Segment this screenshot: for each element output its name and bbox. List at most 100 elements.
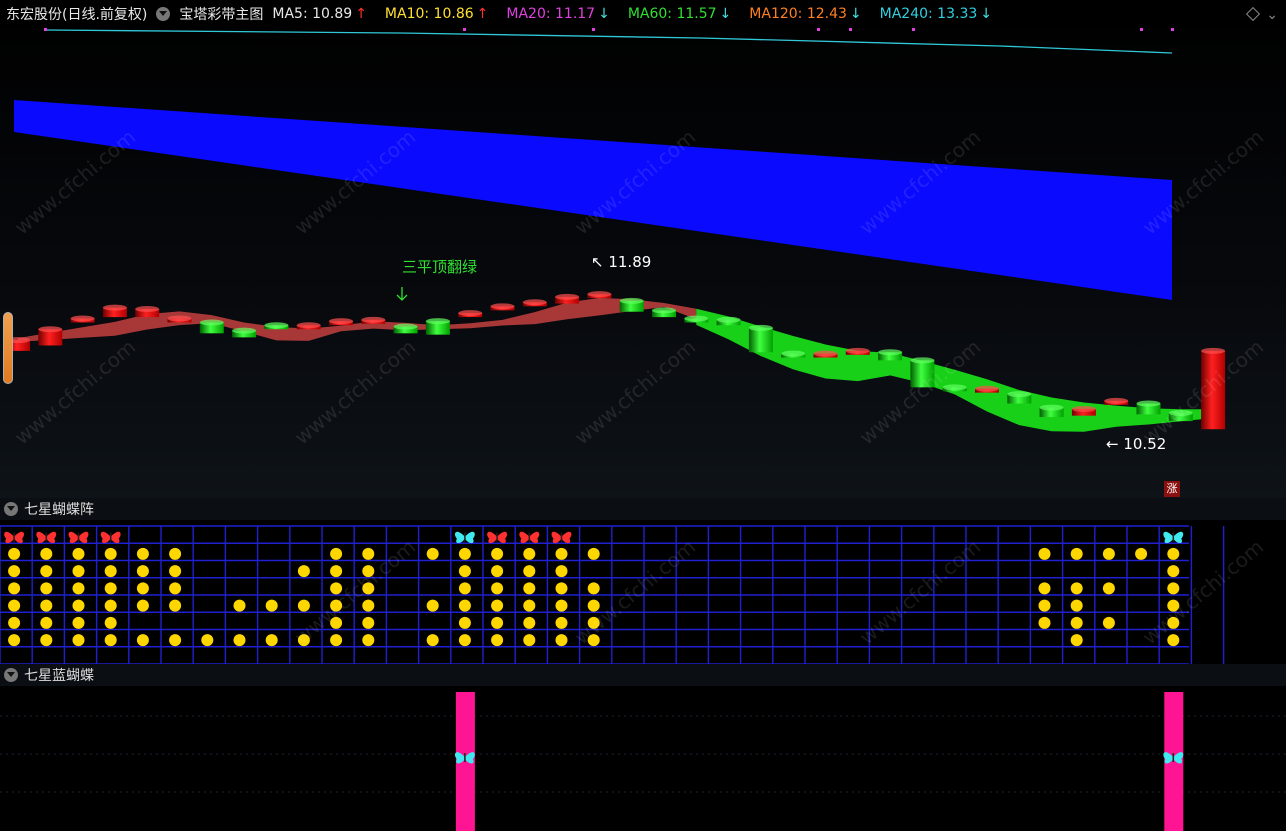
candle[interactable]	[232, 327, 257, 338]
candle[interactable]	[845, 347, 870, 355]
candle[interactable]	[393, 323, 418, 334]
top-marker	[44, 28, 47, 31]
candle[interactable]	[458, 310, 483, 318]
panel3-header: 七星蓝蝴蝶	[0, 664, 1286, 686]
signal-dot	[330, 616, 343, 629]
signal-dot	[136, 565, 149, 578]
signal-dot	[523, 565, 536, 578]
signal-dot	[1102, 582, 1115, 595]
chevron-down-icon[interactable]: ⌄	[1266, 7, 1278, 23]
blue-butterfly-panel[interactable]	[0, 686, 1286, 831]
butterfly-icon	[1163, 531, 1184, 544]
signal-dot	[362, 582, 375, 595]
signal-dot	[523, 547, 536, 560]
candle[interactable]	[813, 350, 838, 358]
main-chart[interactable]: 三平顶翻绿 ↖ 11.89 ← 10.52	[0, 0, 1286, 498]
candle[interactable]	[1136, 400, 1161, 415]
candle[interactable]	[361, 316, 386, 324]
signal-dot	[104, 547, 117, 560]
signal-dot	[1038, 547, 1051, 560]
butterfly-icon	[68, 531, 89, 544]
candle[interactable]	[716, 316, 741, 326]
candle[interactable]	[1039, 404, 1064, 418]
signal-dot	[362, 634, 375, 647]
signal-dot	[587, 616, 600, 629]
candle[interactable]	[329, 318, 353, 326]
candle[interactable]	[167, 315, 192, 323]
candle[interactable]	[652, 307, 676, 318]
candle[interactable]	[587, 291, 612, 299]
butterfly-array-panel[interactable]	[0, 520, 1286, 665]
signal-dot	[72, 565, 85, 578]
scroll-handle[interactable]	[3, 312, 13, 384]
signal-dot	[458, 547, 471, 560]
signal-dot	[1102, 616, 1115, 629]
candle[interactable]	[1168, 409, 1193, 422]
candle[interactable]	[102, 304, 127, 318]
signal-dot	[523, 582, 536, 595]
candle[interactable]	[522, 299, 547, 307]
signal-dot	[555, 599, 568, 612]
collapse-icon[interactable]	[4, 502, 18, 516]
candle[interactable]	[555, 293, 580, 304]
candle[interactable]	[38, 326, 63, 346]
signal-dot	[426, 634, 439, 647]
candle[interactable]	[910, 357, 935, 388]
signal-dot	[265, 634, 278, 647]
candle[interactable]	[199, 319, 224, 334]
butterfly-icon	[487, 531, 508, 544]
candle[interactable]	[781, 350, 806, 358]
ma-legend: MA5: 10.89 ↑ MA10: 10.86 ↑ MA20: 11.17 ↓ MA60:…	[272, 6, 1010, 22]
signal-dot	[330, 547, 343, 560]
candle[interactable]	[619, 297, 644, 312]
signal-dot	[104, 565, 117, 578]
candle[interactable]	[1007, 391, 1032, 404]
candle[interactable]	[1201, 347, 1226, 430]
candle[interactable]	[425, 318, 450, 335]
candle[interactable]	[296, 322, 321, 330]
signal-dot	[40, 599, 53, 612]
top-marker	[849, 28, 852, 31]
chart-title-bar: 东宏股份(日线.前复权) 宝塔彩带主图 MA5: 10.89 ↑ MA10: 10.…	[0, 0, 1286, 28]
candle[interactable]	[942, 384, 967, 392]
signal-dot	[491, 634, 504, 647]
signal-dot	[169, 599, 182, 612]
candle[interactable]	[748, 324, 773, 353]
signal-dot	[330, 565, 343, 578]
candle[interactable]	[70, 315, 95, 323]
candle[interactable]	[135, 306, 160, 318]
candle[interactable]	[878, 349, 903, 361]
candle[interactable]	[975, 385, 999, 393]
trend-arrow-icon: ↓	[598, 6, 610, 22]
signal-dot	[1070, 599, 1083, 612]
signal-dot	[8, 634, 21, 647]
signal-dot	[40, 616, 53, 629]
signal-dot	[523, 616, 536, 629]
signal-dot	[1167, 634, 1180, 647]
signal-dot	[297, 565, 310, 578]
signal-dot	[587, 599, 600, 612]
signal-dot	[169, 634, 182, 647]
signal-dot	[362, 565, 375, 578]
signal-dot	[458, 565, 471, 578]
candle[interactable]	[1104, 397, 1129, 405]
signal-dot	[587, 582, 600, 595]
signal-dot	[169, 582, 182, 595]
signal-dot	[233, 599, 246, 612]
signal-dot	[587, 634, 600, 647]
top-marker	[463, 28, 466, 31]
diamond-icon[interactable]	[1245, 6, 1261, 22]
butterfly-icon	[551, 531, 572, 544]
signal-dot	[72, 616, 85, 629]
stock-name: 东宏股份(日线.前复权)	[6, 7, 148, 23]
candlestick-chart[interactable]: 三平顶翻绿 ↖ 11.89 ← 10.52	[0, 0, 1286, 498]
butterfly-icon	[454, 752, 475, 764]
candle[interactable]	[684, 315, 709, 323]
candle[interactable]	[490, 303, 515, 311]
collapse-icon[interactable]	[4, 668, 18, 682]
low-price-label: ← 10.52	[1106, 435, 1166, 453]
candle[interactable]	[1071, 405, 1096, 416]
collapse-icon[interactable]	[156, 7, 171, 21]
candle[interactable]	[264, 322, 289, 330]
signal-dot	[555, 547, 568, 560]
